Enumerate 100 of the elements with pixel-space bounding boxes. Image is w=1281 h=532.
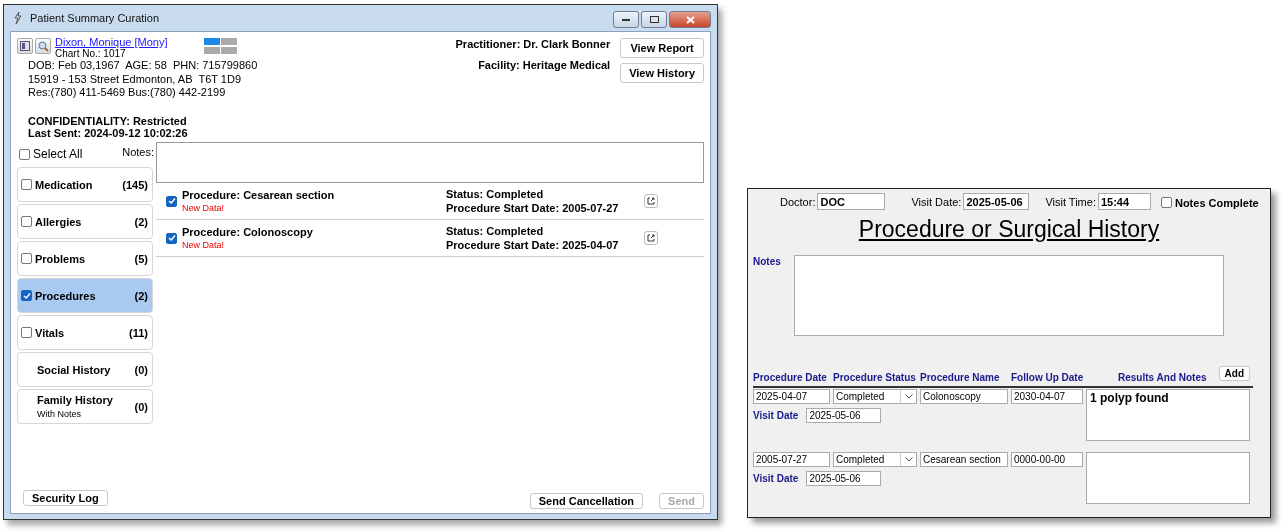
results-field[interactable] [1086,452,1250,504]
visit-time-field[interactable]: 15:44 [1097,193,1151,210]
column-header: Procedure Name [920,372,1001,383]
category-count: (0) [134,363,148,376]
procedure-name-field[interactable]: Colonoscopy [920,389,1008,404]
visit-date-field[interactable]: 2025-05-06 [806,471,882,486]
entry-checkbox[interactable] [166,195,177,207]
maximize-icon [649,16,659,23]
follow-up-date-field[interactable]: 0000-00-00 [1011,452,1083,467]
select-all-checkbox[interactable] [19,148,30,160]
category-item[interactable]: Allergies (2) [17,204,153,239]
category-checkbox[interactable] [21,179,32,190]
status-text: Status: Completed [446,188,545,200]
category-item[interactable]: Problems (5) [17,241,153,276]
add-button[interactable]: Add [1218,366,1250,381]
procedure-date-field[interactable]: 2005-07-27 [753,452,830,467]
category-item[interactable]: Procedures (2) [17,278,153,313]
minimize-icon [622,18,630,21]
chevron-down-icon [904,457,913,462]
category-label: Family History [37,394,114,406]
layout-icon[interactable] [203,38,238,54]
follow-up-date-field[interactable]: 2030-04-07 [1011,389,1083,404]
visit-date-label: Visit Date [753,473,799,484]
maximize-button[interactable] [641,11,667,28]
column-header: Procedure Date [753,372,828,383]
notes-complete-label: Notes Complete [1174,196,1259,209]
category-count: (11) [129,326,148,339]
open-external-icon[interactable] [644,231,658,245]
category-count: (2) [134,289,148,302]
category-label: Social History [37,363,112,376]
new-data-label: New Data! [182,240,226,250]
new-data-label: New Data! [182,203,226,213]
category-checkbox[interactable] [21,253,32,264]
status-text: Status: Completed [446,225,545,237]
entry-checkbox[interactable] [166,232,177,244]
patient-detail: DOB: Feb 03,1967 AGE: 58 PHN: 715799860 [28,59,258,73]
category-label: Vitals [35,326,66,339]
category-item[interactable]: Medication (145) [17,167,153,202]
header-button[interactable]: View Report [620,38,704,58]
patient-detail: Res:(780) 411-5469 Bus:(780) 442-2199 [28,86,227,100]
category-checkbox[interactable] [21,290,32,301]
start-date-text: Procedure Start Date: 2025-04-07 [446,239,620,251]
notes-complete-checkbox[interactable] [1160,197,1172,208]
category-label: Procedures [35,289,97,302]
send-cancellation-button[interactable]: Send Cancellation [529,493,644,509]
category-checkbox[interactable] [21,216,32,227]
start-date-text: Procedure Start Date: 2005-07-27 [446,202,620,214]
select-all-label: Select All [33,147,83,161]
results-field[interactable]: 1 polyp found [1086,389,1250,441]
category-count: (0) [134,400,148,413]
column-header: Results And Notes [1118,372,1207,383]
doctor-label: Doctor: [780,195,816,208]
status-dropdown[interactable]: Completed [833,452,917,467]
notes-field[interactable] [793,255,1224,336]
procedure-name-field[interactable]: Cesarean section [920,452,1008,467]
category-count: (145) [122,178,148,191]
visit-date-label: Visit Date [753,410,799,421]
column-header: Procedure Status [833,372,917,383]
status-dropdown[interactable]: Completed [833,389,917,404]
notes-label: Notes: [122,146,154,158]
procedure-date-field[interactable]: 2025-04-07 [753,389,830,404]
visit-time-label: Visit Time: [1045,195,1096,208]
open-external-icon[interactable] [644,194,658,208]
chevron-down-icon [904,394,913,399]
header-button[interactable]: View History [620,63,704,83]
panel-button[interactable] [17,38,33,54]
search-button[interactable] [35,38,51,54]
window-title: Patient Summary Curation [30,12,160,24]
notes-field[interactable] [156,142,704,183]
chart-number: Chart No.: 1017 [55,48,126,59]
category-label: Medication [35,178,94,191]
minimize-button[interactable] [613,11,639,28]
form-title: Procedure or Surgical History [858,216,1160,242]
category-note: With Notes [37,409,82,419]
confidentiality-text: CONFIDENTIALITY: Restricted [28,114,188,127]
patient-detail: 15919 - 153 Street Edmonton, AB T6T 1D9 [28,72,242,86]
category-item[interactable]: Vitals (11) [17,315,153,350]
patient-name-link[interactable]: Dixon, Monique [Mony] [55,36,168,48]
column-header: Follow Up Date [1011,372,1083,383]
category-label: Problems [35,252,87,265]
category-item[interactable]: Social History (0) [17,352,153,387]
doctor-field[interactable]: DOC [817,193,886,210]
visit-date-field[interactable]: 2025-05-06 [963,193,1030,210]
category-item[interactable]: Family History With Notes (0) [17,389,153,424]
app-icon [12,11,24,25]
visit-date-field[interactable]: 2025-05-06 [806,408,882,423]
security-log-button[interactable]: Security Log [23,490,108,506]
category-label: Allergies [35,215,83,228]
visit-date-label: Visit Date: [911,195,962,208]
close-icon [685,15,695,24]
procedure-title: Procedure: Colonoscopy [182,226,314,238]
last-sent-text: Last Sent: 2024-09-12 10:02:26 [28,126,189,139]
practitioner-text: Practitioner: Dr. Clark Bonner [455,38,611,50]
procedure-title: Procedure: Cesarean section [182,189,336,201]
facility-text: Facility: Heritage Medical [478,59,611,71]
category-count: (5) [134,252,148,265]
notes-label: Notes [753,256,781,269]
category-checkbox[interactable] [21,327,32,338]
close-button[interactable] [669,11,711,28]
category-count: (2) [134,215,148,228]
